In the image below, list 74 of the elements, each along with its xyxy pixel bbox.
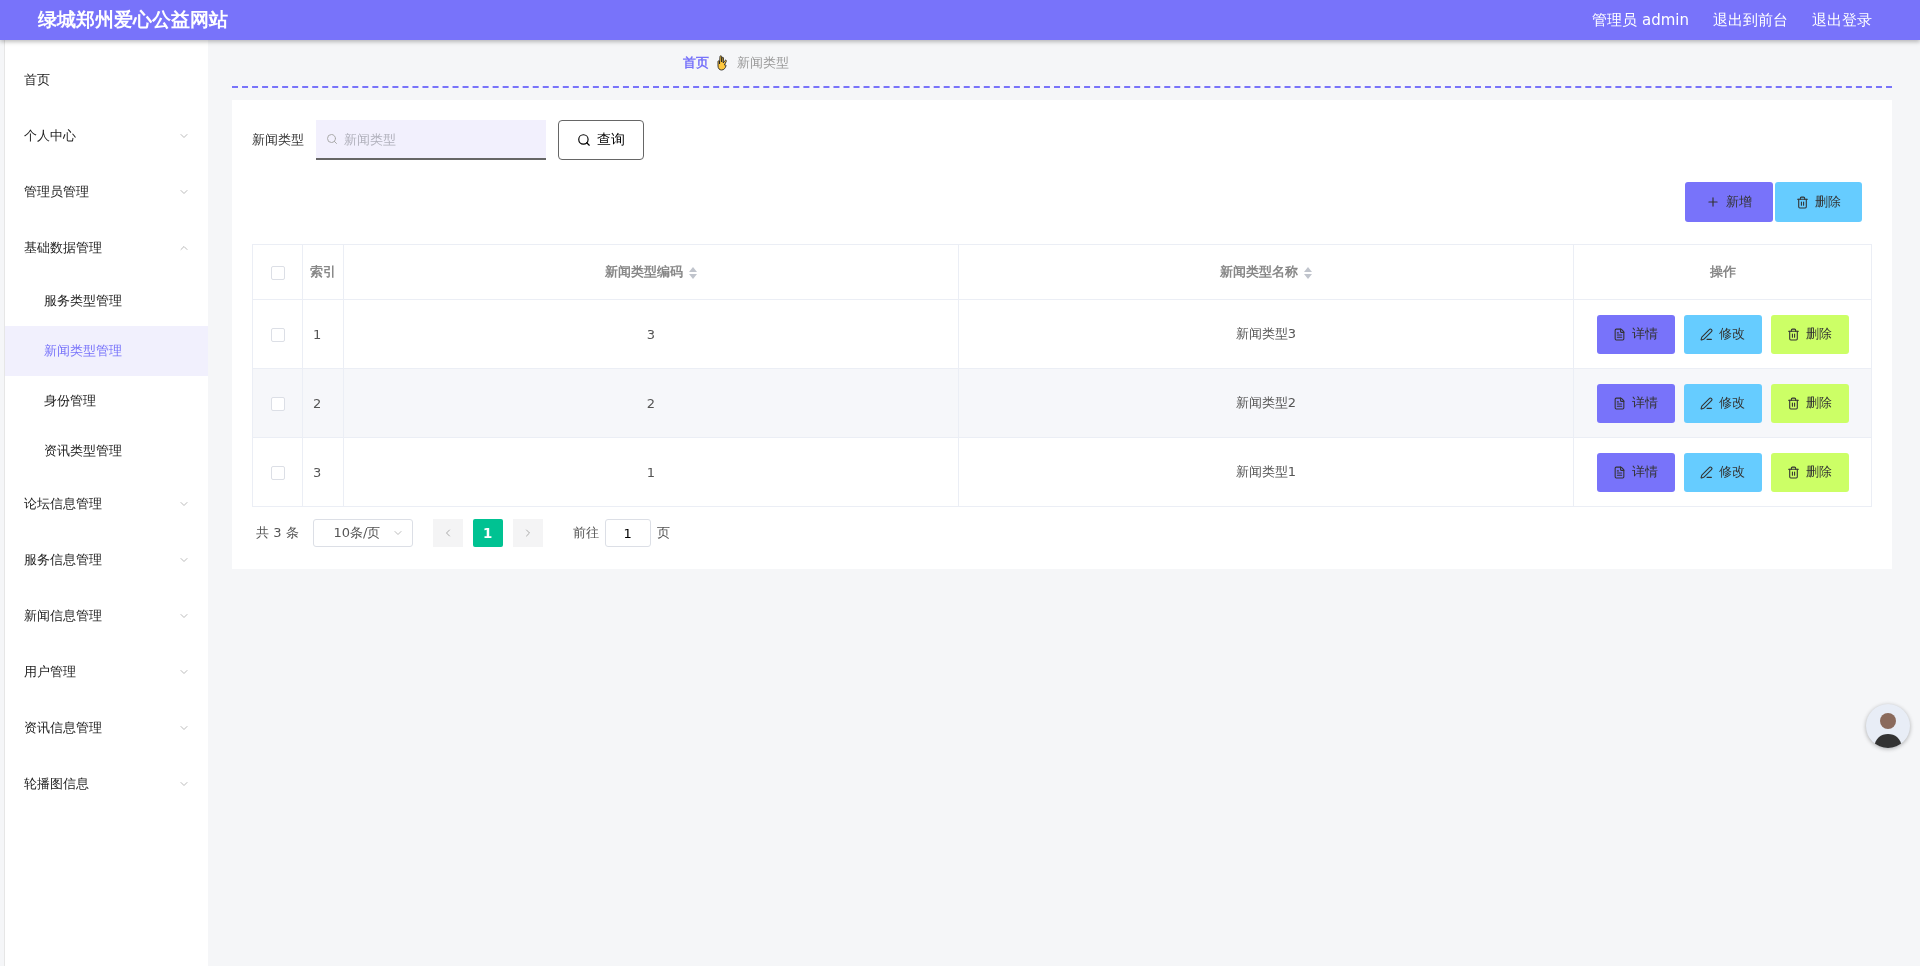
edit-button[interactable]: 修改 [1683,452,1762,492]
column-header: 索引 [310,264,336,279]
column-header: 新闻类型编码 [605,264,683,279]
sidebar-subitem[interactable]: 服务类型管理 [5,276,208,326]
checkbox[interactable] [270,465,285,480]
sidebar-item[interactable]: 新闻信息管理 [5,588,208,644]
goto-label: 前往 [572,524,599,542]
sidebar-subitem[interactable]: 身份管理 [5,376,208,426]
field-label: 新闻类型 [252,131,304,149]
sort-icon[interactable] [689,266,697,279]
previous-page-button[interactable] [432,519,463,547]
plus-icon [1706,195,1720,209]
sidebar-item[interactable]: 资讯信息管理 [5,700,208,756]
sidebar-subitem[interactable]: 资讯类型管理 [5,426,208,476]
pen-icon [1700,327,1713,341]
sort-icon[interactable] [1304,266,1312,279]
table-cell: 2 [313,395,322,411]
table-cell: 1 [646,464,656,480]
add-button[interactable]: 新增 [1685,182,1773,222]
table-cell: 3 [646,326,656,342]
header-link[interactable]: 管理员 admin [1592,10,1689,30]
breadcrumb-item[interactable]: 首页 [683,54,709,72]
column-header: 操作 [1709,264,1736,279]
site-title: 绿城郑州爱心公益网站 [38,7,229,32]
document-icon [1613,465,1626,479]
checkbox[interactable] [270,265,285,280]
table-cell: 新闻类型3 [1235,326,1297,341]
document-icon [1613,396,1626,410]
total-count: 共 3 条 [256,524,299,542]
page-suffix: 页 [656,524,670,542]
detail-button[interactable]: 详情 [1596,314,1675,354]
table-cell: 1 [313,326,322,342]
breadcrumb-item: 新闻类型 [737,54,789,72]
trash-icon [1796,195,1809,209]
table-cell: 新闻类型1 [1235,464,1297,479]
edit-button[interactable]: 修改 [1683,383,1762,423]
delete-button[interactable]: 删除 [1770,383,1849,423]
table-cell: 3 [313,464,322,480]
sidebar-item[interactable]: 服务信息管理 [5,532,208,588]
detail-button[interactable]: 详情 [1596,383,1675,423]
search-field[interactable]: 新闻类型 [316,120,546,160]
search-icon [577,133,591,147]
sidebar-item[interactable]: 首页 [5,52,208,108]
trash-icon [1787,327,1800,341]
pen-icon [1700,396,1713,410]
delete-button[interactable]: 删除 [1770,452,1849,492]
header-link[interactable]: 退出到前台 [1713,10,1788,30]
sidebar-item[interactable]: 论坛信息管理 [5,476,208,532]
sidebar-item[interactable]: 管理员管理 [5,164,208,220]
header-link[interactable]: 退出登录 [1812,10,1872,30]
table-cell: 2 [646,395,656,411]
search-button[interactable]: 查询 [558,120,644,160]
checkbox[interactable] [270,396,285,411]
pen-icon [1700,465,1713,479]
hand-icon [717,55,729,71]
sidebar-item[interactable]: 轮播图信息 [5,756,208,812]
next-page-button[interactable] [512,519,543,547]
edit-button[interactable]: 修改 [1683,314,1762,354]
avatar[interactable] [1866,704,1910,748]
sidebar-item[interactable]: 用户管理 [5,644,208,700]
document-icon [1613,327,1626,341]
column-header: 新闻类型名称 [1220,264,1298,279]
search-icon [326,133,338,145]
delete-button[interactable]: 删除 [1770,314,1849,354]
trash-icon [1787,465,1800,479]
page-size-select[interactable]: 10条/页 [312,519,413,547]
checkbox[interactable] [270,327,285,342]
delete-button[interactable]: 删除 [1775,182,1862,222]
sidebar-item[interactable]: 基础数据管理 [5,220,208,276]
page-input[interactable]: 1 [604,519,651,547]
detail-button[interactable]: 详情 [1596,452,1675,492]
sidebar-item[interactable]: 个人中心 [5,108,208,164]
trash-icon [1787,396,1800,410]
table-cell: 新闻类型2 [1235,395,1297,410]
